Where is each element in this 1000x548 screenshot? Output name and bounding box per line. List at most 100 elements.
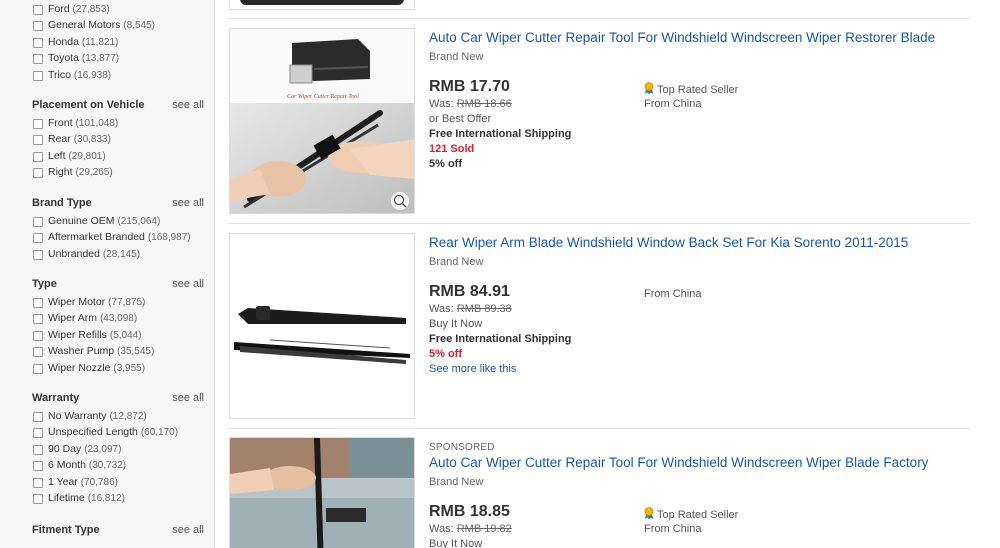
wiper-cutter-factory-image bbox=[230, 438, 414, 548]
checkbox[interactable] bbox=[33, 233, 43, 244]
filter-option[interactable]: Trico (16,938) bbox=[32, 68, 204, 84]
listing-condition: Brand New bbox=[429, 51, 484, 63]
facet-title: Brand Type bbox=[32, 197, 92, 209]
listing-title-link[interactable]: Auto Car Wiper Cutter Repair Tool For Wi… bbox=[429, 30, 935, 45]
checkbox[interactable] bbox=[33, 363, 43, 374]
checkbox[interactable] bbox=[33, 330, 43, 341]
checkbox[interactable] bbox=[33, 5, 43, 15]
checkbox[interactable] bbox=[33, 21, 43, 32]
sponsored-label: SPONSORED bbox=[429, 442, 495, 453]
see-all-link[interactable]: see all bbox=[172, 99, 204, 111]
filter-option[interactable]: Rear (30,833) bbox=[32, 132, 204, 148]
listing-price: RMB 17.70 bbox=[429, 78, 510, 95]
checkbox[interactable] bbox=[33, 428, 43, 439]
filter-option[interactable]: Ford (27,853) bbox=[32, 2, 204, 18]
filter-option[interactable]: Honda (11,821) bbox=[32, 35, 204, 51]
top-rated-seller: Top Rated Seller bbox=[644, 82, 738, 96]
see-more-like-this-link[interactable]: See more like this bbox=[429, 363, 516, 375]
listing-previous bbox=[228, 0, 970, 19]
was-price: Was: RMB 19.82 bbox=[429, 523, 512, 535]
checkbox[interactable] bbox=[33, 493, 43, 504]
listing-item: Car Wiper Cutter Repair Tool Auto Car Wi… bbox=[228, 19, 970, 224]
checkbox[interactable] bbox=[33, 347, 43, 358]
filter-option[interactable]: Front (101,048) bbox=[32, 116, 204, 132]
buying-format: Buy It Now bbox=[429, 538, 483, 548]
top-rated-badge-icon bbox=[644, 82, 654, 95]
filter-option[interactable]: Aftermarket Branded (168,987) bbox=[32, 230, 204, 246]
filter-option[interactable]: Wiper Nozzle (3,955) bbox=[32, 361, 204, 377]
filter-option[interactable]: Left (29,801) bbox=[32, 149, 204, 165]
filter-option[interactable]: Wiper Refills (5,044) bbox=[32, 328, 204, 344]
listing-image[interactable] bbox=[229, 233, 415, 419]
filter-option[interactable]: 1 Year (70,786) bbox=[32, 475, 204, 491]
checkbox[interactable] bbox=[33, 298, 43, 308]
shipping-info: Free International Shipping bbox=[429, 128, 572, 140]
see-all-link[interactable]: see all bbox=[172, 278, 204, 290]
facet-title: Warranty bbox=[32, 392, 80, 404]
filter-option[interactable]: Wiper Motor (77,875) bbox=[32, 295, 204, 311]
listing-image[interactable] bbox=[229, 0, 415, 10]
listing-title-link[interactable]: Auto Car Wiper Cutter Repair Tool For Wi… bbox=[429, 455, 928, 470]
top-rated-badge-icon bbox=[644, 507, 654, 520]
filter-option[interactable]: Toyota (13,877) bbox=[32, 51, 204, 67]
checkbox[interactable] bbox=[33, 54, 43, 65]
checkbox[interactable] bbox=[33, 444, 43, 455]
filter-option[interactable]: Lifetime (16,812) bbox=[32, 491, 204, 507]
checkbox[interactable] bbox=[33, 461, 43, 472]
top-rated-seller: Top Rated Seller bbox=[644, 507, 738, 521]
see-all-link[interactable]: see all bbox=[172, 197, 204, 209]
sold-count: 121 Sold bbox=[429, 143, 475, 155]
checkbox[interactable] bbox=[33, 168, 43, 179]
see-all-link[interactable]: see all bbox=[172, 392, 204, 404]
filter-option[interactable]: 6 Month (30,732) bbox=[32, 458, 204, 474]
checkbox[interactable] bbox=[33, 119, 43, 129]
filter-option[interactable]: No Warranty (12,872) bbox=[32, 409, 204, 425]
facet-title: Fitment Type bbox=[32, 524, 100, 536]
facet-type: Type see all Wiper Motor (77,875) Wiper A… bbox=[32, 278, 204, 377]
wiper-cutter-tool-image: Car Wiper Cutter Repair Tool bbox=[230, 29, 414, 213]
filter-option[interactable]: Right (29,265) bbox=[32, 165, 204, 181]
discount: 5% off bbox=[429, 158, 462, 170]
see-all-link[interactable]: see all bbox=[172, 524, 204, 536]
filter-option[interactable]: Washer Pump (35,545) bbox=[32, 344, 204, 360]
image-caption: Car Wiper Cutter Repair Tool bbox=[287, 94, 359, 100]
filter-option[interactable]: 90 Day (23,097) bbox=[32, 442, 204, 458]
facet-warranty: Warranty see all No Warranty (12,872) Uns… bbox=[32, 392, 204, 507]
discount: 5% off bbox=[429, 348, 462, 360]
checkbox[interactable] bbox=[33, 37, 43, 48]
checkbox[interactable] bbox=[33, 135, 43, 146]
listing-item: SPONSORED Auto Car Wiper Cutter Repair T… bbox=[228, 429, 970, 548]
checkbox[interactable] bbox=[33, 477, 43, 488]
item-location: From China bbox=[644, 523, 702, 535]
rear-wiper-arm-image bbox=[230, 234, 414, 418]
filter-option[interactable]: Unspecified Length (60,170) bbox=[32, 425, 204, 441]
listing-condition: Brand New bbox=[429, 476, 484, 488]
listing-image[interactable] bbox=[229, 437, 415, 548]
checkbox[interactable] bbox=[33, 151, 43, 162]
listing-price: RMB 84.91 bbox=[429, 283, 510, 300]
listing-title-link[interactable]: Rear Wiper Arm Blade Windshield Window B… bbox=[429, 235, 908, 250]
checkbox[interactable] bbox=[33, 314, 43, 325]
item-location: From China bbox=[644, 98, 702, 110]
buying-format: or Best Offer bbox=[429, 113, 492, 125]
facet-title: Type bbox=[32, 278, 57, 290]
filter-option[interactable]: General Motors (8,545) bbox=[32, 18, 204, 34]
was-price: Was: RMB 18.66 bbox=[429, 98, 512, 110]
checkbox[interactable] bbox=[33, 70, 43, 81]
checkbox[interactable] bbox=[33, 249, 43, 260]
listing-image[interactable]: Car Wiper Cutter Repair Tool bbox=[229, 28, 415, 214]
facet-fitment-type: Fitment Type see all bbox=[32, 524, 204, 541]
listing-item: Rear Wiper Arm Blade Windshield Window B… bbox=[228, 224, 970, 429]
filter-option[interactable]: Wiper Arm (43,098) bbox=[32, 311, 204, 327]
facet-make: Ford (27,853) General Motors (8,545) Hon… bbox=[32, 2, 204, 84]
buying-format: Buy It Now bbox=[429, 318, 483, 330]
shipping-info: Free International Shipping bbox=[429, 333, 572, 345]
checkbox[interactable] bbox=[33, 412, 43, 422]
facet-brand-type: Brand Type see all Genuine OEM (215,064) … bbox=[32, 197, 204, 263]
filter-option[interactable]: Genuine OEM (215,064) bbox=[32, 214, 204, 230]
facet-title: Placement on Vehicle bbox=[32, 99, 145, 111]
filter-sidebar: Ford (27,853) General Motors (8,545) Hon… bbox=[0, 0, 215, 548]
checkbox[interactable] bbox=[33, 217, 43, 227]
facet-placement: Placement on Vehicle see all Front (101,0… bbox=[32, 99, 204, 182]
filter-option[interactable]: Unbranded (28,145) bbox=[32, 247, 204, 263]
